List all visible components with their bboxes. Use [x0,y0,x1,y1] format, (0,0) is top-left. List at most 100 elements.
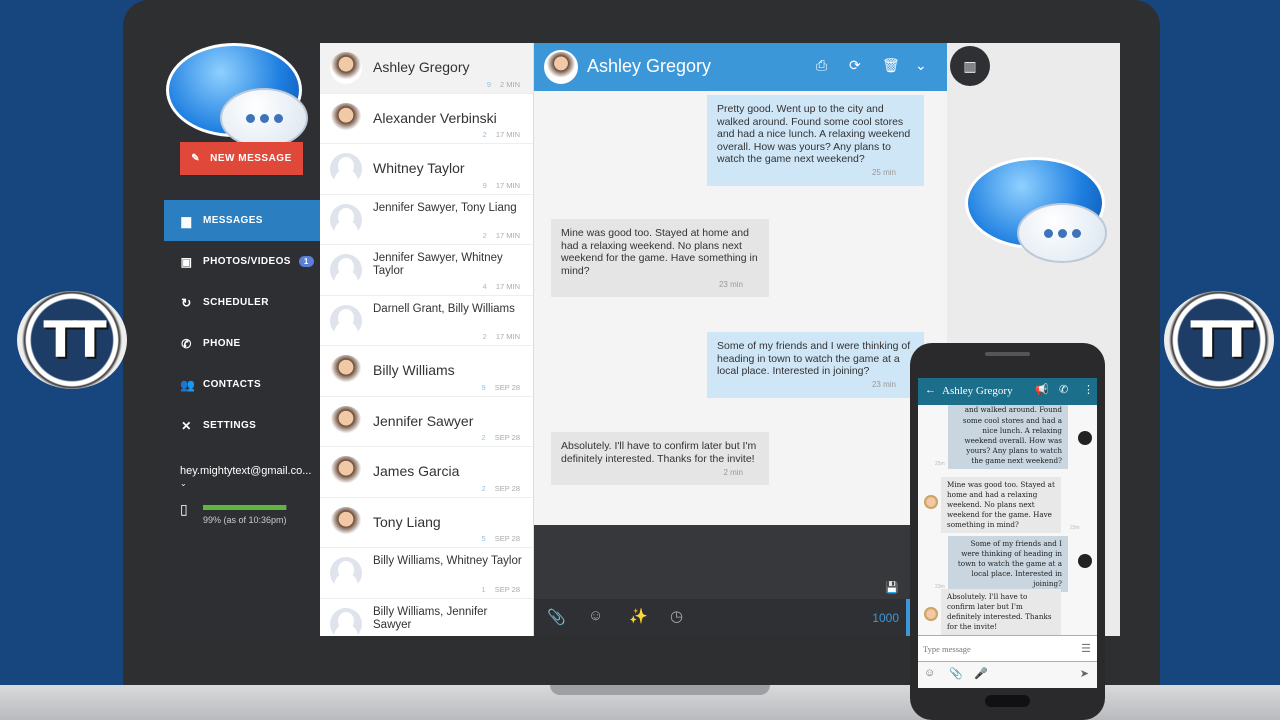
conversation-name: Jennifer Sawyer [373,412,474,429]
message-count: 9 [481,382,486,392]
back-arrow-icon[interactable]: ← [925,384,936,396]
app-logo-dots [220,88,308,148]
nav-photos-videos[interactable]: ▣ PHOTOS/VIDEOS 1 [164,241,320,282]
conversation-name: Billy Williams, Jennifer Sawyer [373,605,488,631]
nav-messages[interactable]: ▆ MESSAGES [164,200,320,241]
conversation-name: Billy Williams, Whitney Taylor [373,555,522,567]
microphone-icon[interactable]: 🎤 [974,667,988,680]
attach-icon[interactable]: 📎 [949,667,963,680]
conversation-meta: 2 17 MIN [483,130,520,139]
avatar [330,456,362,488]
conversation-item[interactable]: Alexander Verbinski 2 17 MIN [320,94,533,144]
message-text: Mine was good too. Stayed at home and ha… [947,480,1055,529]
phone-message-out: some cool stores and had a nice lunch. A… [948,413,1068,469]
chevron-down-icon: ⌄ [180,479,187,488]
conversation-meta: 4 17 MIN [483,282,520,291]
phone-message-out: Some of my friends and I were thinking o… [948,536,1068,592]
print-icon[interactable]: ⎙ [816,57,827,74]
conversation-item[interactable]: Whitney Taylor 9 17 MIN [320,144,533,195]
settings-icon: ✕ [181,418,192,433]
chevron-down-icon[interactable]: ⌄ [915,57,927,74]
message-time: 2 min [723,467,743,477]
nav-contacts[interactable]: 👥 CONTACTS [164,364,320,405]
phone-message-input[interactable]: Type message ☰ [918,635,1097,662]
account-selector[interactable]: hey.mightytext@gmail.co... ⌄ [180,465,320,489]
conversation-time: 17 MIN [495,130,520,139]
conversation-item[interactable]: Jennifer Sawyer, Whitney Taylor 4 17 MIN [320,245,533,296]
nav-label: PHONE [203,338,241,349]
conversation-meta: 9 SEP 28 [482,383,520,392]
call-icon[interactable]: ✆ [1059,383,1068,396]
messages-icon: ▆ [181,213,192,228]
message-count: 9 [486,79,491,89]
megaphone-icon[interactable]: 📢 [1035,383,1049,396]
avatar [330,102,362,135]
panel-toggle-button[interactable]: ▥ [950,46,990,86]
nav-label: SETTINGS [203,420,257,431]
new-message-button[interactable]: ✎ NEW MESSAGE [180,142,303,175]
conversation-time: SEP 28 [495,635,520,636]
nav-scheduler[interactable]: ↻ SCHEDULER [164,282,320,323]
send-icon[interactable]: ➤ [1080,667,1089,680]
avatar [330,254,362,286]
message-text: Some of my friends and I were thinking o… [717,340,911,377]
conversation-item[interactable]: Tony Liang 5 SEP 28 [320,498,533,548]
conversation-time: 17 MIN [495,332,520,341]
conversation-name: Alexander Verbinski [373,109,497,126]
phone-header: ← Ashley Gregory 📢 ✆ ⋮ [918,378,1097,405]
photos-badge: 1 [298,256,314,267]
chat-header: Ashley Gregory ⎙ ⟳ 🗑 ⌄ [534,43,947,91]
emoji-icon[interactable]: ☺ [924,667,935,679]
phone-input-placeholder: Type message [923,644,971,654]
sidebar: ✎ NEW MESSAGE ▆ MESSAGES ▣ PHOTOS/VIDEOS 1 ↻… [164,43,320,636]
trash-icon[interactable]: 🗑 [882,57,900,74]
nav-label: MESSAGES [203,215,263,226]
scheduler-icon: ↻ [181,295,192,310]
character-count: 1000 [872,611,899,625]
save-draft-icon[interactable]: 💾 [885,581,899,594]
phone-message-time: 23m [1070,525,1080,531]
avatar [330,203,362,236]
photos-icon: ▣ [180,254,193,269]
conversation-meta: 2 SEP 28 [482,635,520,636]
phone-avatar [1078,554,1092,568]
phone-toolbar: ☺ 📎 🎤 ➤ [918,662,1097,688]
conversation-item[interactable]: James Garcia 2 SEP 28 [320,447,533,498]
conversation-item[interactable]: Jennifer Sawyer 2 SEP 28 [320,397,533,447]
conversation-item[interactable]: Billy Williams, Jennifer Sawyer 2 SEP 28 [320,599,533,636]
message-time: 23 min [718,279,743,289]
message-text: Absolutely. I'll have to confirm later b… [947,592,1052,631]
conversation-item[interactable]: Jennifer Sawyer, Tony Liang 2 17 MIN [320,195,533,245]
conversation-item[interactable]: Billy Williams, Whitney Taylor 1 SEP 28 [320,548,533,599]
refresh-icon[interactable]: ⟳ [849,57,861,74]
phone-device-icon: ▯ [180,501,188,517]
nav-settings[interactable]: ✕ SETTINGS [164,405,320,446]
magic-wand-icon[interactable]: ✨ [629,607,648,625]
conversation-meta: 2 SEP 28 [482,433,520,442]
phone-message-in: Mine was good too. Stayed at home and ha… [941,477,1061,533]
battery-bar [203,505,287,510]
conversation-item[interactable]: Ashley Gregory 9 2 MIN [320,43,533,94]
conversation-item[interactable]: Darnell Grant, Billy Williams 2 17 MIN [320,296,533,346]
phone-message-time: 25m [935,461,945,467]
nav-phone[interactable]: ✆ PHONE [164,323,320,364]
conversation-list: Ashley Gregory 9 2 MIN Alexander Verbinsk… [320,43,534,636]
compose-area[interactable]: 💾 📎 ☺ ✨ ◷ 1000 [534,525,947,636]
nav-label: SCHEDULER [203,297,269,308]
chat-title: Ashley Gregory [587,56,712,76]
phone-avatar [924,495,938,509]
message-count: 1 [481,584,486,594]
compose-toolbar: 📎 ☺ ✨ ◷ 1000 [534,599,947,636]
phone-icon: ✆ [181,336,192,351]
conversation-item[interactable]: Billy Williams 9 SEP 28 [320,346,533,397]
avatar [330,153,362,185]
list-icon[interactable]: ☰ [1081,642,1091,655]
chat-message-out: Pretty good. Went up to the city and wal… [707,95,924,186]
more-icon[interactable]: ⋮ [1083,383,1094,396]
contact-avatar [544,50,578,84]
emoji-icon[interactable]: ☺ [588,607,603,624]
phone-avatar [924,607,938,621]
schedule-clock-icon[interactable]: ◷ [670,607,683,625]
attach-icon[interactable]: 📎 [547,608,566,626]
conversation-name: Darnell Grant, Billy Williams [373,302,515,315]
